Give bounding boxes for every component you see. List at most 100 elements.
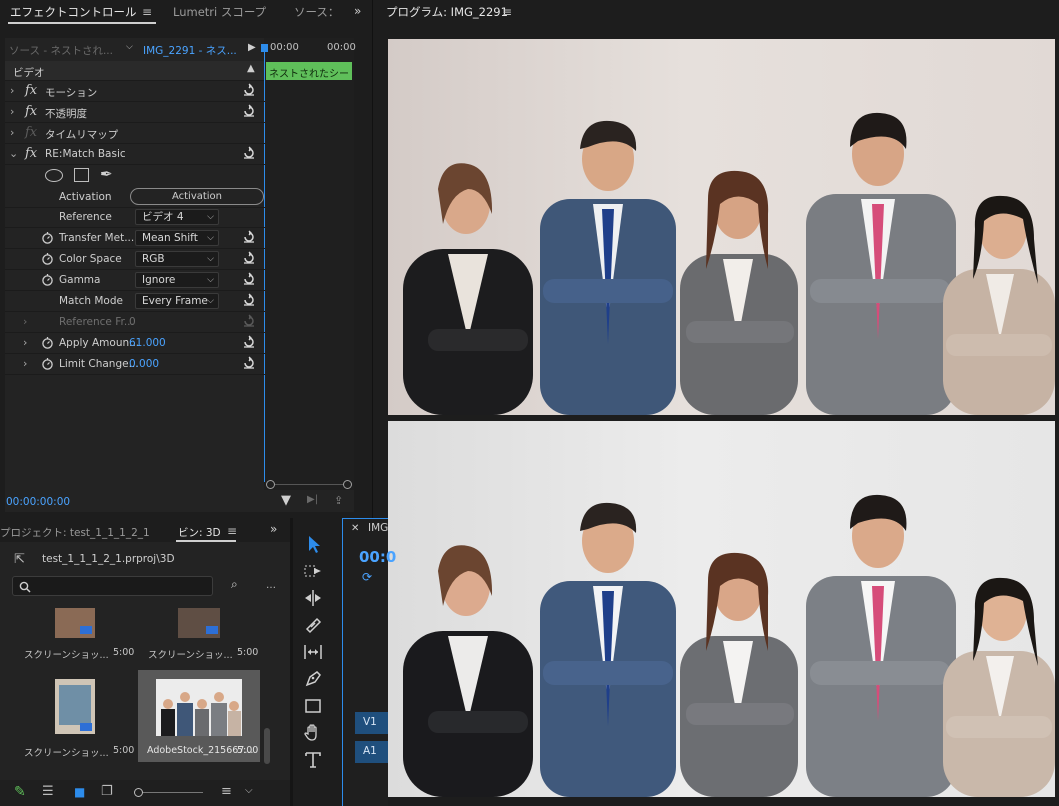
item-name: スクリーンショッ... [24,748,109,759]
selection-tool-icon[interactable] [302,533,324,555]
pen-mask-icon[interactable]: ✒ [100,165,113,183]
timeline-close-icon[interactable]: ✕ [351,523,359,534]
pencil-icon[interactable]: ✎ [14,784,26,800]
chevron-right-icon[interactable]: › [10,84,14,97]
ripple-edit-tool-icon[interactable] [302,587,324,609]
tab-effect-controls[interactable]: エフェクトコントロール [10,0,137,24]
reference-select[interactable]: ビデオ 4 ⌵ [135,209,219,225]
track-header-v1[interactable]: V1 [355,712,388,734]
tab-program-monitor[interactable]: プログラム: IMG_2291 [386,0,508,24]
reset-icon[interactable] [242,293,256,307]
bin-item-selected[interactable]: AdobeStock_215667... 5:00 [138,670,260,762]
fx-icon[interactable]: fx [25,146,37,161]
rectangle-tool-icon[interactable] [302,695,324,717]
snap-icon[interactable]: ⟳ [362,570,372,584]
search-input[interactable] [12,576,213,596]
playhead-handle[interactable] [261,44,268,52]
stopwatch-icon[interactable] [41,336,54,349]
icon-view-icon[interactable]: ■ [74,785,85,799]
effect-name: タイムリマップ [45,129,119,141]
item-duration: 5:00 [113,745,135,756]
track-select-tool-icon[interactable] [302,560,324,582]
program-frame-bottom[interactable] [388,421,1055,797]
reset-icon[interactable] [242,335,256,349]
zoom-slider-knob[interactable] [134,788,143,797]
stopwatch-icon[interactable] [41,357,54,370]
chevron-down-icon[interactable]: ⌵ [245,785,253,796]
apply-amount-value[interactable]: 61.000 [129,337,166,349]
bin-item[interactable]: スクリーンショッ... 5:00 [14,676,135,762]
reset-icon[interactable] [242,83,256,97]
slip-tool-icon[interactable] [302,641,324,663]
fx-icon[interactable]: fx [25,83,37,98]
reset-icon[interactable] [242,251,256,265]
ellipse-mask-icon[interactable] [45,169,63,182]
stopwatch-icon[interactable] [41,231,54,244]
stopwatch-icon[interactable] [41,273,54,286]
transfer-method-select[interactable]: Mean Shift ⌵ [135,230,219,246]
new-search-bin-icon[interactable]: ⌕ [231,577,238,592]
effect-row-motion[interactable]: › fx モーション [5,81,265,102]
panel-menu-icon[interactable]: ≡ [142,5,152,19]
play-only-icon[interactable]: ▶| [307,494,318,505]
chevron-right-icon[interactable]: › [10,126,14,139]
razor-tool-icon[interactable] [302,614,324,636]
list-view-icon[interactable]: ☰ [42,784,54,799]
play-triangle-icon[interactable]: ▶ [248,42,256,53]
pen-tool-icon[interactable] [302,668,324,690]
tab-source[interactable]: ソース： [294,0,339,24]
nested-clip[interactable]: ネストされたシー [266,62,352,80]
limit-change-value[interactable]: 0.000 [129,358,159,370]
fx-icon[interactable]: fx [25,104,37,119]
chevron-right-icon[interactable]: › [23,357,27,370]
effect-row-time-remap[interactable]: › fx タイムリマップ [5,123,265,144]
thumbnail [55,608,95,638]
rectangle-mask-icon[interactable] [74,168,89,182]
chevron-right-icon[interactable]: › [23,336,27,349]
sort-icon[interactable]: ≡ [221,784,232,799]
panel-overflow-icon[interactable]: » [354,4,361,18]
tab-timeline[interactable]: IMG [368,522,388,534]
reset-icon[interactable] [242,104,256,118]
freeform-view-icon[interactable]: ❐ [101,784,113,799]
bin-scrollbar[interactable] [264,728,270,764]
filter-icon[interactable]: ▼ [281,493,291,508]
zoom-slider[interactable] [134,788,206,798]
track-header-a1[interactable]: A1 [355,741,388,763]
reset-icon[interactable] [242,230,256,244]
zoom-scrollbar[interactable] [266,480,352,489]
more-icon[interactable]: … [266,580,276,591]
color-space-select[interactable]: RGB ⌵ [135,251,219,267]
gamma-select[interactable]: Ignore ⌵ [135,272,219,288]
chevron-down-icon[interactable]: ⌄ [9,147,18,160]
effect-row-opacity[interactable]: › fx 不透明度 [5,102,265,123]
export-icon[interactable]: ⇪ [334,494,343,507]
panel-menu-icon[interactable]: ≡ [502,5,512,19]
bin-up-icon[interactable]: ⇱ [14,552,25,567]
source-selector[interactable]: ソース - ネストされ... ⌵ [5,39,140,59]
match-mode-select[interactable]: Every Frame ⌵ [135,293,219,309]
reset-icon[interactable] [242,146,256,160]
reset-icon[interactable] [242,272,256,286]
effect-controls-timecode[interactable]: 00:00:00:00 [6,496,70,508]
hand-tool-icon[interactable] [302,722,324,744]
stopwatch-icon[interactable] [41,252,54,265]
reset-icon[interactable] [242,356,256,370]
program-frame-top[interactable] [388,39,1055,415]
collapse-up-icon[interactable]: ▲ [247,63,255,74]
bin-item[interactable]: スクリーンショッ... 5:00 [14,608,134,670]
chevron-right-icon[interactable]: › [10,105,14,118]
zoom-handle-right[interactable] [343,480,352,489]
zoom-handle-left[interactable] [266,480,275,489]
panel-overflow-icon[interactable]: » [270,522,277,536]
timeline-timecode[interactable]: 00:0 [359,548,396,566]
chevron-right-icon[interactable]: › [23,315,27,328]
bin-item[interactable]: スクリーンショッ... 5:00 [138,608,260,670]
param-label: Match Mode [59,295,123,307]
type-tool-icon[interactable] [302,749,324,771]
clip-selector[interactable]: IMG_2291 - ネス... [143,43,237,58]
panel-menu-icon[interactable]: ≡ [227,524,237,538]
effect-row-rematch[interactable]: ⌄ fx RE:Match Basic [5,144,265,165]
activation-button[interactable]: Activation [130,188,264,205]
tab-lumetri-scopes[interactable]: Lumetri スコープ [173,0,266,24]
